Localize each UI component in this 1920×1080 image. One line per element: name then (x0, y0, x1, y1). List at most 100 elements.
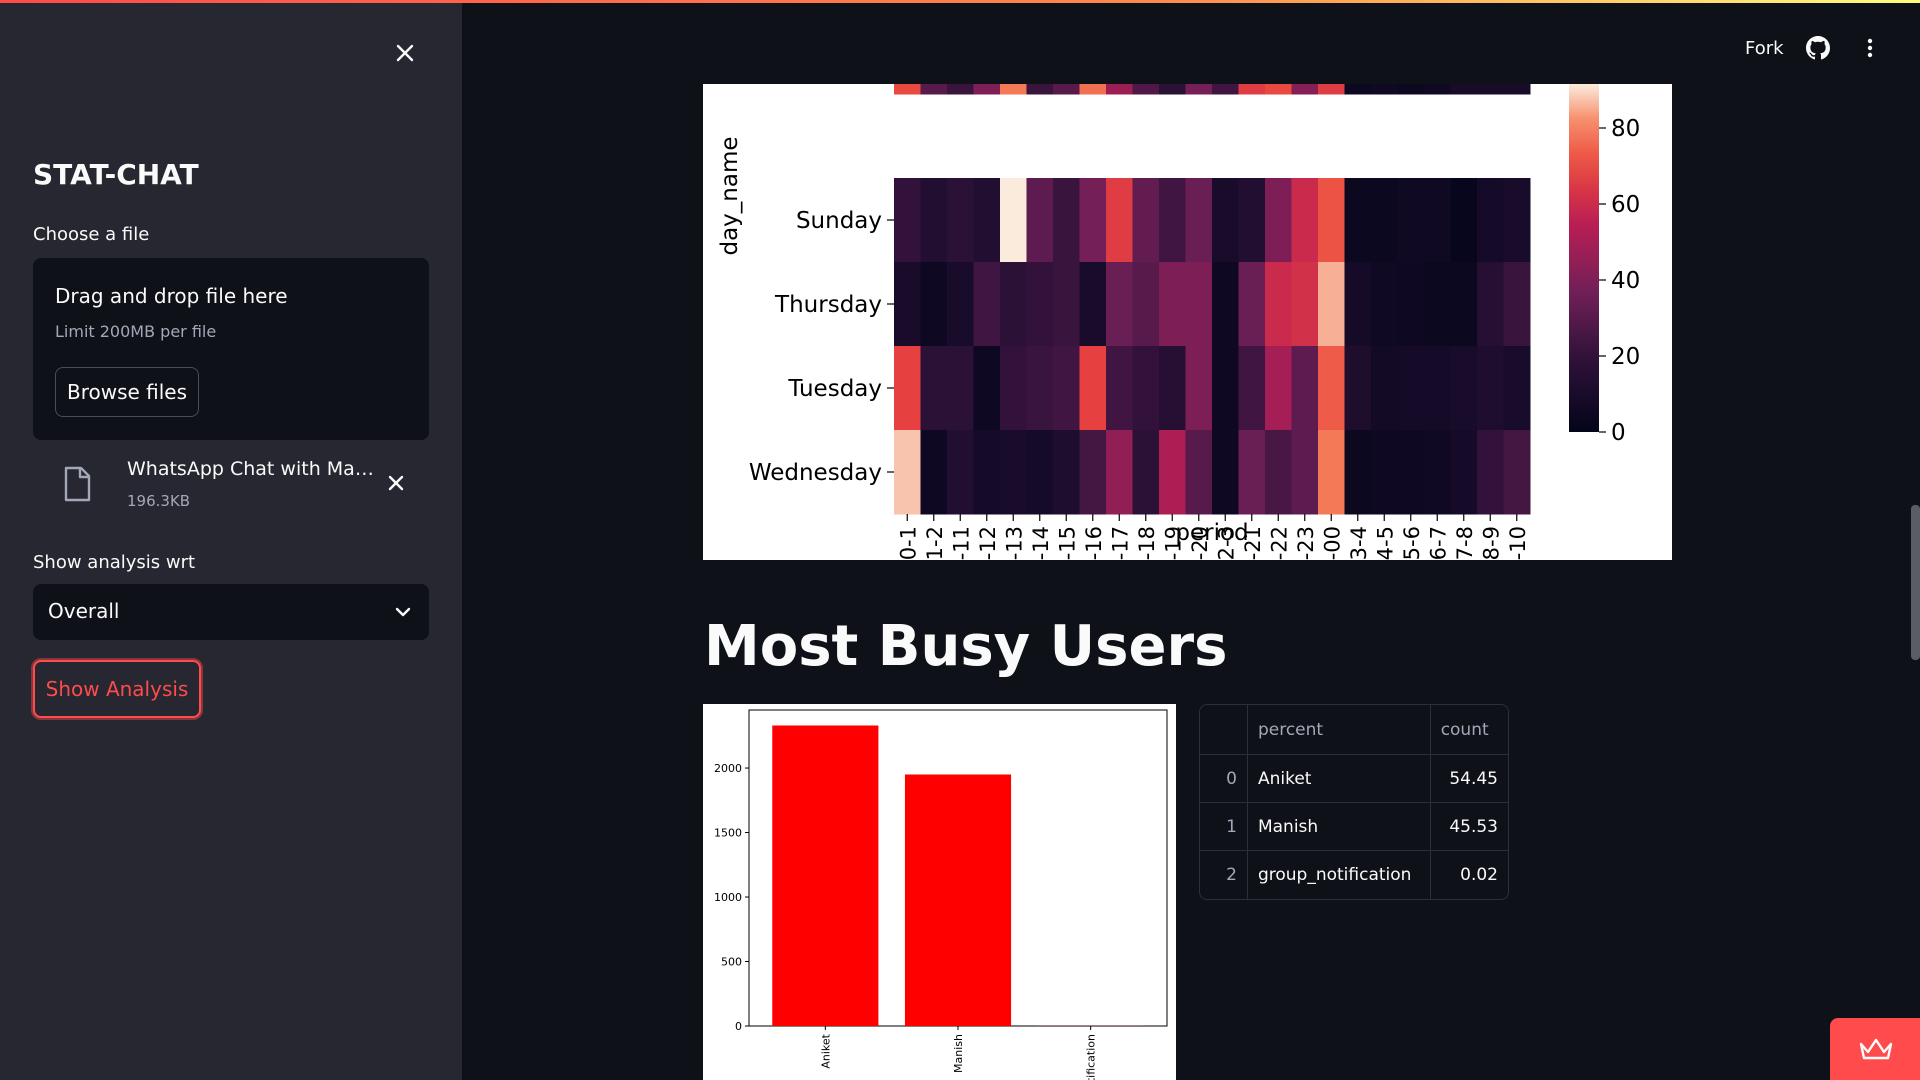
heatmap-cell (1450, 178, 1478, 263)
heatmap-cell (1397, 346, 1425, 431)
close-sidebar-icon[interactable] (392, 40, 418, 66)
file-dropzone[interactable]: Drag and drop file here Limit 200MB per … (33, 258, 429, 440)
bar (904, 774, 1012, 1026)
file-size: 196.3KB (127, 492, 191, 510)
heatmap-cell (1397, 430, 1425, 515)
heatmap-cell (1212, 430, 1239, 515)
heatmap-cell (1344, 178, 1372, 263)
heatmap-cell (1026, 430, 1054, 515)
busy-users-bar-figure: Aniket Manish group_notification 0 500 1000 15… (703, 704, 1176, 1080)
x-tick-label: 1-2 (923, 526, 947, 560)
index-header (1200, 705, 1248, 755)
heatmap-cell (1159, 84, 1186, 95)
app-title: STAT-CHAT (33, 158, 199, 191)
heatmap-cell (1397, 262, 1425, 347)
table-row: 2 group_notification 0.02 (1200, 850, 1508, 899)
heatmap-cell (1159, 430, 1186, 515)
heatmap-cell (1212, 262, 1239, 347)
heatmap-cell (894, 430, 921, 515)
x-tick-label: group_notification (1085, 1034, 1098, 1080)
cell-user[interactable]: group_notification (1247, 850, 1431, 899)
browse-files-button[interactable]: Browse files (55, 367, 199, 417)
heatmap-cell (1212, 84, 1239, 95)
streamlit-badge[interactable] (1830, 1018, 1920, 1080)
column-header-percent[interactable]: percent (1247, 705, 1431, 755)
y-tick-label: Sunday (796, 208, 882, 234)
table-header-row: percent count (1200, 705, 1508, 755)
x-tick-label: Aniket (819, 1033, 832, 1068)
more-menu-icon[interactable] (1858, 36, 1882, 64)
heatmap-cell (1132, 84, 1160, 95)
heatmap-cell (920, 84, 948, 95)
column-header-count[interactable]: count (1430, 705, 1508, 755)
heatmap-chart: Sunday Thursday Tuesday Wednesday 00-1 1-2 10-… (717, 84, 1640, 560)
file-name: WhatsApp Chat with Manish.txt (127, 458, 383, 480)
heatmap-cell (1265, 346, 1292, 431)
heatmap-cell (1424, 84, 1451, 95)
heatmap-cell (947, 84, 974, 95)
heatmap-cell (1079, 84, 1107, 95)
heatmap-cell (1291, 346, 1319, 431)
crown-icon (1859, 1038, 1893, 1060)
x-tick-label: 00-1 (896, 526, 920, 560)
heatmap-cell (973, 178, 1001, 263)
heatmap-cell (1000, 430, 1027, 515)
heatmap-cell (1371, 84, 1398, 95)
heatmap-cell (1477, 262, 1504, 347)
heatmap-cell (1291, 178, 1319, 263)
heatmap-cell (1000, 262, 1027, 347)
analysis-select-label: Show analysis wrt (33, 552, 196, 573)
page-scrollbar[interactable] (1911, 505, 1920, 660)
heatmap-cell (1344, 262, 1372, 347)
file-icon (63, 466, 91, 506)
x-tick-label: 17-18 (1135, 526, 1159, 560)
fork-link[interactable]: Fork (1745, 38, 1784, 59)
colorbar-tick-label: 20 (1611, 344, 1640, 370)
cell-value[interactable]: 0.02 (1430, 851, 1508, 899)
table-row: 1 Manish 45.53 (1200, 802, 1508, 851)
github-icon[interactable] (1806, 36, 1830, 64)
heatmap-cell (920, 430, 948, 515)
heatmap-cell (1000, 346, 1027, 431)
x-tick-label: 23-00 (1320, 526, 1344, 560)
heatmap-cell (1344, 84, 1372, 95)
heatmap-cell (1106, 346, 1133, 431)
heatmap-cell (1477, 346, 1504, 431)
remove-file-icon[interactable] (383, 470, 409, 496)
heatmap-cell (894, 262, 921, 347)
analysis-select[interactable]: Overall (33, 584, 429, 640)
cell-value[interactable]: 45.53 (1430, 802, 1508, 851)
dropzone-limit: Limit 200MB per file (55, 322, 217, 341)
busy-users-table[interactable]: percent count 0 Aniket 54.45 1 Manish 45… (1199, 704, 1509, 900)
heatmap-cell (1185, 346, 1213, 431)
heatmap-cell (947, 262, 974, 347)
heatmap-cell (1106, 178, 1133, 263)
y-tick-label: 2000 (714, 762, 742, 775)
cell-user[interactable]: Aniket (1247, 754, 1431, 803)
heatmap-cell (1026, 346, 1054, 431)
x-tick-label: 14-15 (1055, 526, 1079, 560)
heatmap-cell (1371, 346, 1398, 431)
cell-user[interactable]: Manish (1247, 802, 1431, 851)
x-axis-label: period (1175, 520, 1248, 546)
heatmap-cell (1132, 430, 1160, 515)
heatmap-cell (1397, 178, 1425, 263)
show-analysis-button[interactable]: Show Analysis (33, 660, 201, 718)
heatmap-cell (1053, 84, 1080, 95)
heatmap-cell (1450, 84, 1478, 95)
heatmap-cell (1185, 430, 1213, 515)
heatmap-cell (1477, 84, 1504, 95)
heatmap-cell (1238, 262, 1266, 347)
heatmap-cell (1238, 178, 1266, 263)
x-tick-label: 21-22 (1267, 526, 1291, 560)
heatmap-cell (1132, 346, 1160, 431)
heatmap-cell (1265, 430, 1292, 515)
heatmap-cell (1424, 430, 1451, 515)
y-axis-label: day_name (717, 136, 743, 255)
heatmap-cell (1477, 178, 1504, 263)
table-row: 0 Aniket 54.45 (1200, 754, 1508, 803)
heatmap-cell (1450, 262, 1478, 347)
heatmap-cell (894, 178, 921, 263)
cell-value[interactable]: 54.45 (1430, 754, 1508, 803)
row-index: 1 (1200, 802, 1248, 851)
